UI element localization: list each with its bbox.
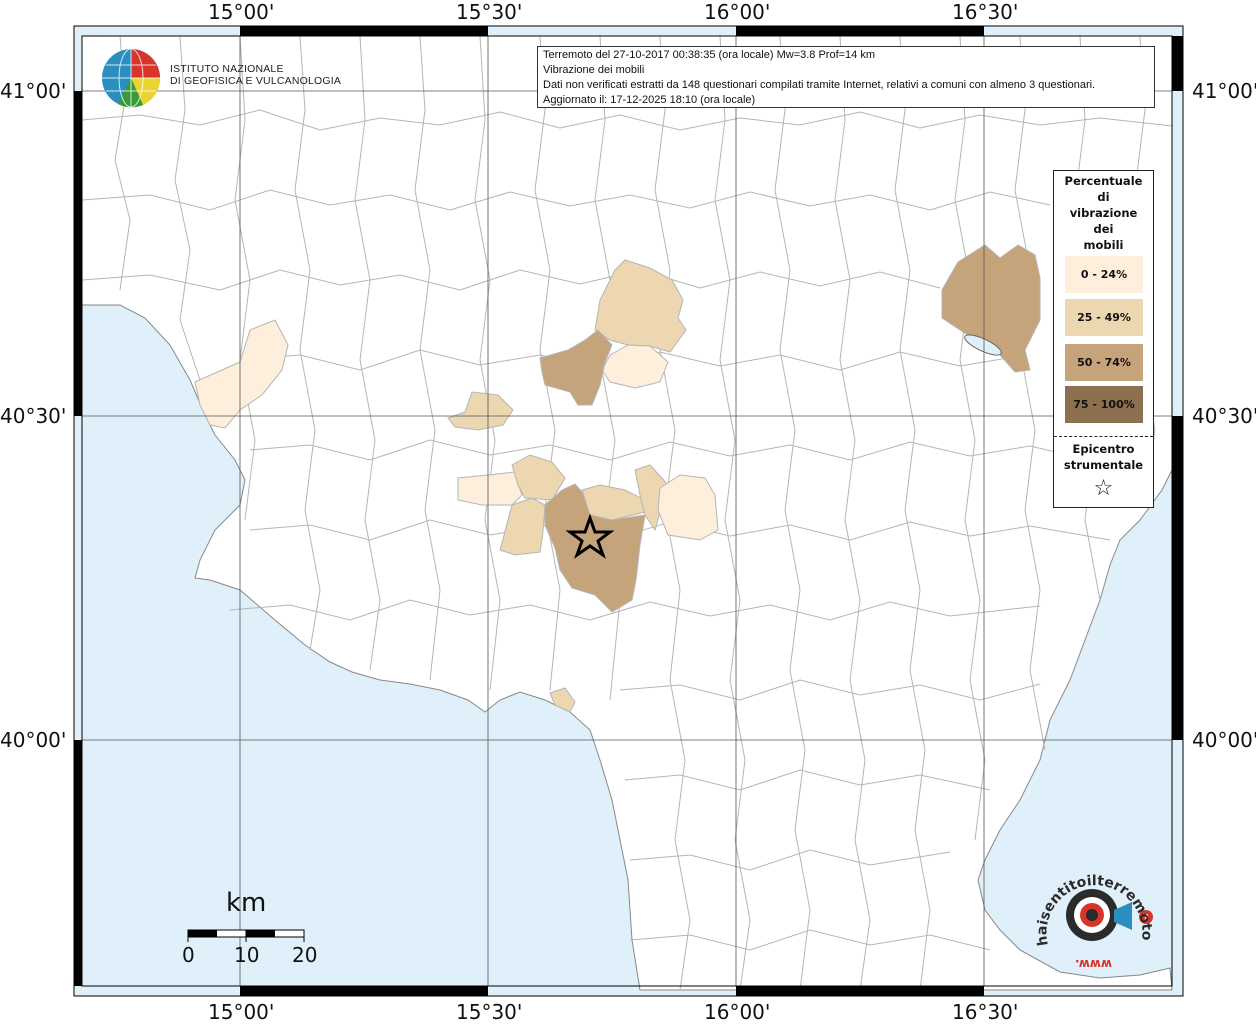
- globe-icon: [102, 48, 161, 108]
- legend-swatch-75-100: 75 - 100%: [1065, 386, 1143, 423]
- ingv-logo: ISTITUTO NAZIONALE DI GEOFISICA E VULCAN…: [98, 45, 341, 111]
- legend-swatch-50-74: 50 - 74%: [1065, 344, 1143, 381]
- event-info-box: Terremoto del 27-10-2017 00:38:35 (ora l…: [537, 46, 1155, 108]
- region-0-24-center[interactable]: [457, 471, 523, 506]
- map-parameter: Vibrazione dei mobili: [543, 64, 645, 76]
- legend-title: Percentuale di vibrazione dei mobili: [1064, 174, 1143, 252]
- scale-tick-0: 0: [182, 943, 195, 967]
- legend-star-icon: ☆: [1093, 476, 1114, 501]
- left-lat-label-1: 41°00': [0, 79, 67, 103]
- top-lon-label-2: 15°30': [456, 0, 523, 24]
- ingv-name-line2: DI GEOFISICA E VULCANOLOGIA: [170, 75, 342, 87]
- haisentito-www: www.: [1075, 957, 1112, 971]
- left-lat-label-2: 40°30': [0, 404, 67, 428]
- legend: Percentuale di vibrazione dei mobili 0 -…: [1053, 170, 1154, 508]
- update-timestamp: Aggiornato il: 17-12-2025 18:10 (ora loc…: [543, 94, 756, 106]
- bottom-lon-label-2: 15°30': [456, 1000, 523, 1024]
- bottom-lon-label-1: 15°00': [208, 1000, 275, 1024]
- event-title: Terremoto del 27-10-2017 00:38:35 (ora l…: [543, 49, 876, 61]
- bottom-lon-label-3: 16°00': [704, 1000, 771, 1024]
- top-lon-label-1: 15°00': [208, 0, 275, 24]
- haisentito-logo[interactable]: ? haisentitoilterremoto.it www.: [1027, 848, 1165, 980]
- haisentito-logo-icon: ? haisentitoilterremoto.it www.: [1027, 848, 1155, 971]
- right-lat-label-3: 40°00': [1192, 728, 1256, 752]
- scale-tick-10: 10: [234, 943, 260, 967]
- data-disclaimer: Dati non verificati estratti da 148 ques…: [543, 79, 1096, 91]
- legend-swatch-25-49: 25 - 49%: [1065, 299, 1143, 336]
- legend-divider: [1054, 436, 1153, 437]
- ingv-name-line1: ISTITUTO NAZIONALE: [170, 63, 284, 75]
- scale-unit: km: [226, 888, 267, 918]
- legend-swatch-0-24: 0 - 24%: [1065, 256, 1143, 293]
- right-lat-label-1: 41°00': [1192, 79, 1256, 103]
- scale-tick-20: 20: [292, 943, 318, 967]
- top-lon-label-3: 16°00': [704, 0, 771, 24]
- top-lon-label-4: 16°30': [952, 0, 1019, 24]
- legend-epicenter-label: Epicentro strumentale: [1063, 442, 1144, 472]
- right-lat-label-2: 40°30': [1192, 404, 1256, 428]
- left-lat-label-3: 40°00': [0, 728, 67, 752]
- bottom-lon-label-4: 16°30': [952, 1000, 1019, 1024]
- region-0-24-east[interactable]: [657, 474, 719, 541]
